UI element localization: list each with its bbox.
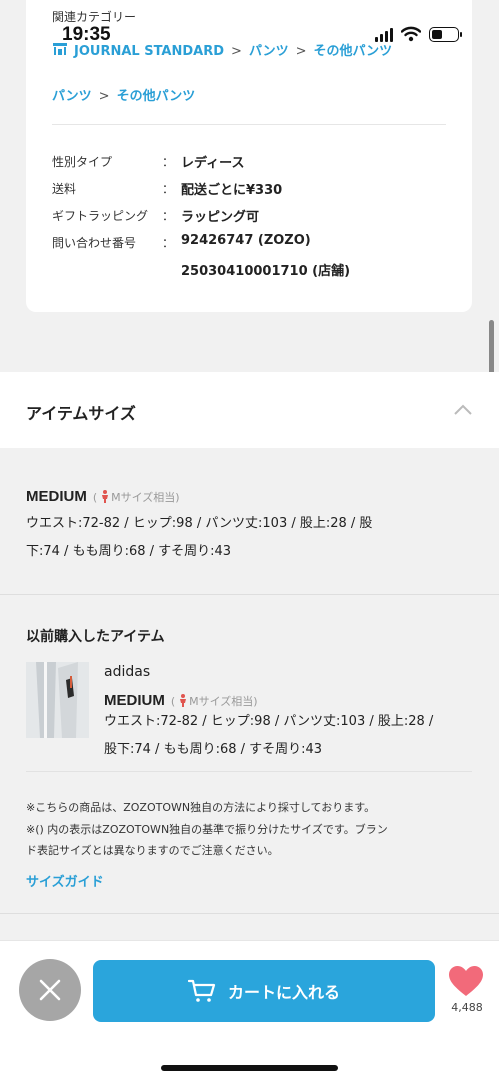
gift-wrapping-value: ラッピング可 [181, 210, 260, 225]
breadcrumb-other-pants-link[interactable]: その他パンツ [117, 89, 196, 104]
breadcrumb-separator: > [231, 44, 242, 59]
measurement-note: ※こちらの商品は、ZOZOTOWN独自の方法により採寸しております。 [26, 801, 376, 814]
breadcrumb-brand: JOURNAL STANDARD > パンツ > その他パンツ [52, 40, 392, 59]
measurements-line: ウエスト:72-82 / ヒップ:98 / パンツ丈:103 / 股上:28 / [104, 714, 434, 729]
add-to-cart-button[interactable]: カートに入れる [93, 960, 435, 1022]
add-to-cart-label: カートに入れる [227, 983, 340, 1002]
breadcrumb-separator: > [98, 89, 110, 104]
breadcrumb-separator: > [295, 44, 307, 59]
breadcrumb-pants-link[interactable]: パンツ [249, 44, 289, 59]
size-equivalent-text: Mサイズ相当) [189, 695, 258, 708]
breadcrumb-category: パンツ > その他パンツ [52, 85, 195, 104]
previous-item-brand: adidas [104, 664, 151, 680]
size-guide-link[interactable]: サイズガイド [26, 871, 104, 890]
colon: ： [162, 209, 175, 223]
current-size-measurements: ウエスト:72-82 / ヒップ:98 / パンツ丈:103 / 股上:28 /… [26, 510, 446, 566]
size-equivalent: ( Mサイズ相当) [92, 490, 180, 504]
item-size-header[interactable]: アイテムサイズ [0, 372, 499, 448]
breadcrumb-other-pants-link[interactable]: その他パンツ [314, 44, 393, 59]
inquiry-number-store: 25030410001710 (店舗) [181, 264, 351, 279]
chevron-up-icon[interactable] [453, 402, 473, 416]
item-size-title: アイテムサイズ [26, 404, 136, 423]
size-note-line: ド表記サイズとは異なりますのでご注意ください。 [26, 844, 279, 857]
shipping-label: 送料 [52, 182, 77, 196]
current-size-row: MEDIUM ( Mサイズ相当) [26, 486, 180, 505]
measurements-line: ウエスト:72-82 / ヒップ:98 / パンツ丈:103 / 股上:28 /… [26, 516, 373, 531]
previous-size-row: MEDIUM ( Mサイズ相当) [104, 690, 258, 709]
paren: ( [170, 695, 176, 708]
size-equivalent: ( Mサイズ相当) [170, 694, 258, 708]
bottom-action-bar: カートに入れる 4,488 [0, 940, 499, 1080]
previous-size-measurements: ウエスト:72-82 / ヒップ:98 / パンツ丈:103 / 股上:28 /… [104, 708, 474, 764]
close-icon [39, 979, 61, 1001]
heart-icon [449, 966, 483, 996]
colon: ： [162, 155, 175, 169]
inquiry-number-zozo: 92426747 (ZOZO) [181, 233, 311, 248]
favorite-button[interactable] [446, 965, 486, 1001]
gift-wrapping-label: ギフトラッピング [52, 209, 149, 223]
cart-icon [187, 979, 216, 1002]
gender-type-label: 性別タイプ [52, 155, 113, 169]
breadcrumb-pants-link[interactable]: パンツ [52, 89, 92, 104]
previous-purchase-title: 以前購入したアイテム [26, 629, 165, 645]
gender-type-value: レディース [181, 156, 245, 171]
paren: ( [92, 491, 98, 504]
divider [0, 594, 499, 595]
person-icon [180, 694, 187, 707]
colon: ： [162, 182, 175, 196]
divider [52, 124, 446, 125]
size-equivalent-text: Mサイズ相当) [111, 491, 180, 504]
item-size-body: MEDIUM ( Mサイズ相当) ウエスト:72-82 / ヒップ:98 / パンツ… [0, 448, 499, 914]
person-icon [102, 490, 109, 503]
size-note: ※() 内の表示はZOZOTOWN独自の基準で振り分けたサイズです。ブラン ド表… [26, 819, 476, 861]
previous-item-thumbnail[interactable] [26, 662, 89, 738]
breadcrumb-brand-link[interactable]: JOURNAL STANDARD [74, 44, 224, 59]
close-button[interactable] [19, 959, 81, 1021]
inquiry-number-label: 問い合わせ番号 [52, 236, 137, 250]
product-info-card: 関連カテゴリー JOURNAL STANDARD > パンツ > その他パンツ パンツ >… [26, 0, 472, 312]
related-category-label: 関連カテゴリー [52, 10, 137, 24]
divider [0, 913, 499, 914]
measurements-line: 股下:74 / もも周り:68 / すそ周り:43 [104, 742, 323, 757]
measurements-line: 下:74 / もも周り:68 / すそ周り:43 [26, 544, 232, 559]
favorite-count: 4,488 [451, 1001, 483, 1014]
shop-icon [53, 43, 67, 55]
colon: ： [162, 236, 175, 250]
shipping-value: 配送ごとに¥330 [181, 183, 283, 198]
divider [26, 771, 472, 772]
pants-photo [26, 662, 89, 738]
size-note-line: ※() 内の表示はZOZOTOWN独自の基準で振り分けたサイズです。ブラン [26, 823, 388, 836]
current-size-name: MEDIUM [26, 488, 87, 505]
home-indicator[interactable] [161, 1065, 338, 1071]
previous-size-name: MEDIUM [104, 692, 165, 709]
